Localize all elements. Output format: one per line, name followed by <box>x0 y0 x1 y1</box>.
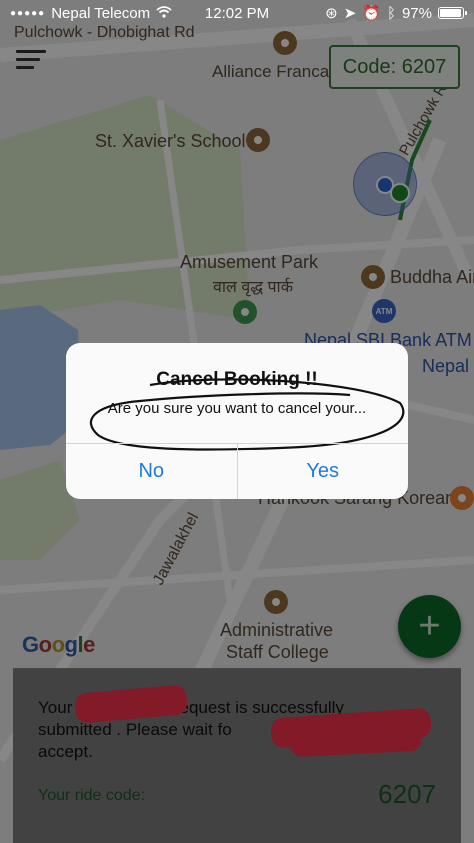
signal-icon: ●●●●● <box>10 7 46 19</box>
yes-button[interactable]: Yes <box>236 444 409 499</box>
alarm-icon: ⏰ <box>362 5 381 22</box>
cancel-booking-dialog: Cancel Booking !! Are you sure you want … <box>66 343 408 499</box>
wifi-icon <box>156 5 172 22</box>
bluetooth-icon: ᛒ <box>386 4 396 22</box>
status-bar: ●●●●● Nepal Telecom 12:02 PM ⊛ ➤ ⏰ ᛒ 97% <box>0 0 474 26</box>
dialog-buttons: No Yes <box>66 443 408 499</box>
no-button[interactable]: No <box>66 444 237 499</box>
dialog-title: Cancel Booking !! <box>156 369 318 390</box>
battery-percent: 97% <box>401 4 432 22</box>
orientation-lock-icon: ⊛ <box>325 5 338 22</box>
carrier-label: Nepal Telecom <box>51 4 151 22</box>
dialog-message: Are you sure you want to cancel your... <box>107 400 367 417</box>
location-arrow-icon: ➤ <box>343 5 357 22</box>
battery-icon <box>438 7 467 19</box>
